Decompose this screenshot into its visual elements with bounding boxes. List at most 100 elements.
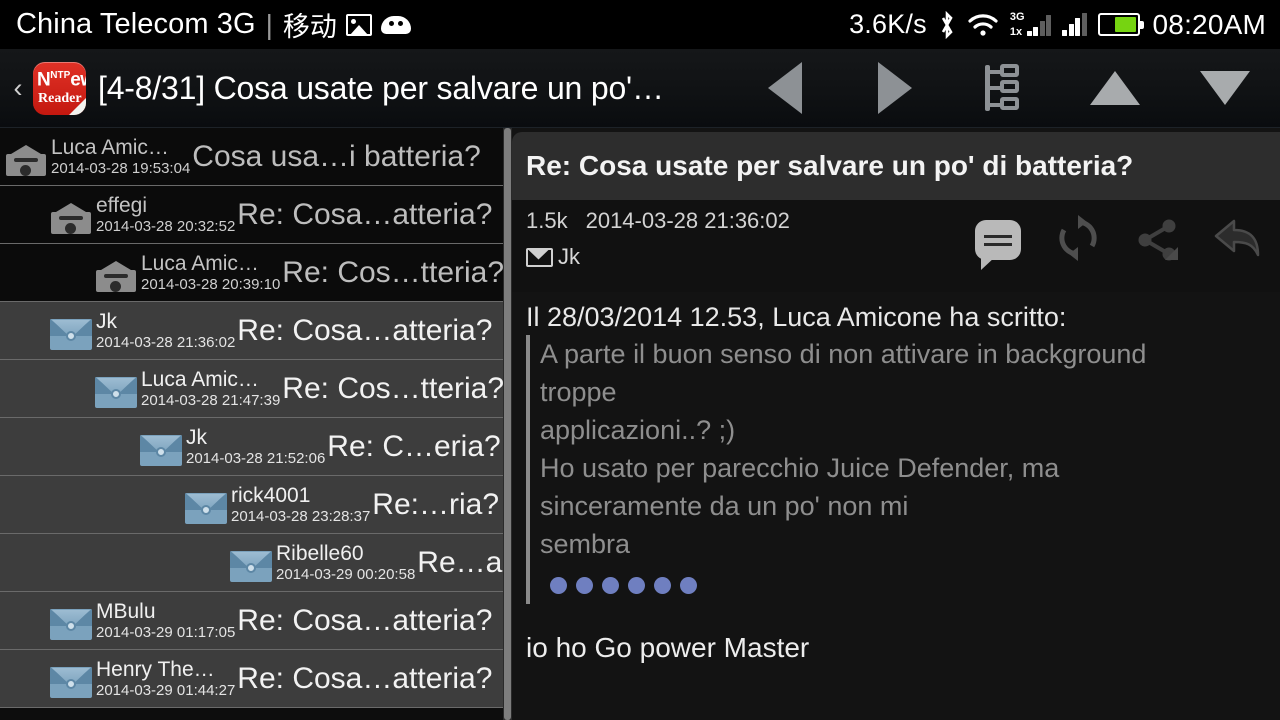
message-list-scrollbar[interactable] bbox=[503, 128, 512, 720]
triangle-right-icon bbox=[878, 62, 912, 114]
reply-button[interactable] bbox=[1210, 212, 1266, 268]
comment-button[interactable] bbox=[970, 212, 1026, 270]
clock-label: 08:20AM bbox=[1152, 8, 1266, 40]
list-item-subject: Re: Cosa…atteria? bbox=[237, 603, 493, 637]
logo-line1-sup: NTP bbox=[50, 69, 71, 81]
nntp-news-reader-logo[interactable]: NNTPews Reader bbox=[33, 61, 86, 115]
list-item-author-date: rick4001 2014-03-28 23:28:37 bbox=[231, 485, 370, 524]
message-list-scroll-thumb[interactable] bbox=[504, 128, 511, 720]
list-item-date: 2014-03-29 01:44:27 bbox=[96, 682, 236, 699]
triangle-left-icon bbox=[768, 62, 802, 114]
envelope-closed-icon bbox=[50, 319, 92, 350]
message-list-item[interactable]: Luca Amic… 2014-03-28 21:47:39 Re: Cos…tte… bbox=[0, 360, 512, 418]
message-list-item[interactable]: Ribelle60 2014-03-29 00:20:58 Re…a? bbox=[0, 534, 512, 592]
list-item-meta: Luca Amic… 2014-03-28 19:53:04 bbox=[5, 137, 190, 176]
message-list-item[interactable]: Henry The… 2014-03-29 01:44:27 Re: Cosa…at… bbox=[0, 650, 512, 708]
next-message-button[interactable] bbox=[840, 49, 950, 128]
message-list-item[interactable]: rick4001 2014-03-28 23:28:37 Re:…ria? bbox=[0, 476, 512, 534]
list-item-author-date: Luca Amic… 2014-03-28 20:39:10 bbox=[141, 253, 280, 292]
list-item-date: 2014-03-28 20:39:10 bbox=[141, 276, 281, 293]
message-author: Jk bbox=[558, 244, 580, 269]
list-item-date: 2014-03-28 21:47:39 bbox=[141, 392, 281, 409]
comment-bubble-icon bbox=[975, 220, 1021, 270]
envelope-open-icon bbox=[95, 261, 137, 292]
share-button[interactable] bbox=[1130, 212, 1186, 268]
thread-tree-icon bbox=[980, 63, 1030, 113]
list-item-author-date: Henry The… 2014-03-29 01:44:27 bbox=[96, 659, 235, 698]
thread-tree-button[interactable] bbox=[950, 49, 1060, 128]
list-item-author-date: Jk 2014-03-28 21:36:02 bbox=[96, 311, 235, 350]
action-bar-buttons bbox=[730, 49, 1280, 127]
network-type-3g-label: 3G bbox=[1009, 10, 1025, 23]
scroll-up-button[interactable] bbox=[1060, 49, 1170, 128]
list-item-subject: Re: C…eria? bbox=[327, 429, 501, 463]
wifi-icon bbox=[967, 13, 999, 37]
list-item-subject: Re…a? bbox=[417, 545, 512, 579]
message-meta-line-2: Jk bbox=[526, 244, 580, 270]
message-list-item[interactable]: MBulu 2014-03-29 01:17:05 Re: Cosa…atteria… bbox=[0, 592, 512, 650]
quote-line: troppe bbox=[540, 377, 617, 407]
triangle-up-icon bbox=[1090, 71, 1140, 105]
list-item-subject: Re: Cos…tteria? bbox=[282, 255, 505, 289]
list-item-subject: Re: Cosa…atteria? bbox=[237, 661, 493, 695]
quote-attribution: Il 28/03/2014 12.53, Luca Amicone ha scr… bbox=[526, 302, 1067, 332]
list-item-date: 2014-03-28 21:52:06 bbox=[186, 450, 326, 467]
logo-page-curl-icon bbox=[69, 97, 86, 115]
collapsed-quote-indicator[interactable] bbox=[540, 563, 1280, 604]
message-body[interactable]: Il 28/03/2014 12.53, Luca Amicone ha scr… bbox=[512, 292, 1280, 720]
collapsed-quote-dot bbox=[654, 577, 671, 594]
quote-line: A parte il buon senso di non attivare in… bbox=[540, 339, 1147, 369]
message-meta-line-1: 1.5k 2014-03-28 21:36:02 bbox=[526, 208, 790, 234]
list-item-author: Ribelle60 bbox=[276, 542, 364, 565]
logo-line1-letter: N bbox=[37, 68, 51, 90]
status-bar: China Telecom 3G | 移动 3.6K/s 3G 1x 08:20… bbox=[0, 0, 1280, 49]
message-list-item[interactable]: Luca Amic… 2014-03-28 19:53:04 Cosa usa…i … bbox=[0, 128, 512, 186]
collapsed-quote-dot bbox=[680, 577, 697, 594]
battery-icon bbox=[1097, 13, 1144, 36]
list-item-meta: Jk 2014-03-28 21:52:06 bbox=[140, 427, 325, 466]
list-item-author-date: Ribelle60 2014-03-29 00:20:58 bbox=[276, 543, 415, 582]
list-item-subject: Re: Cosa…atteria? bbox=[237, 197, 493, 231]
list-item-author: rick4001 bbox=[231, 484, 311, 507]
page-title: [4-8/31] Cosa usate per salvare un po'… bbox=[98, 69, 664, 106]
list-item-date: 2014-03-28 19:53:04 bbox=[51, 160, 191, 177]
logo-line1-rest: ews bbox=[70, 68, 86, 90]
list-item-date: 2014-03-29 00:20:58 bbox=[276, 566, 416, 583]
scroll-down-button[interactable] bbox=[1170, 49, 1280, 128]
list-item-author: Jk bbox=[96, 310, 117, 333]
network-signal-bars-icon bbox=[1026, 14, 1052, 36]
quote-line: Ho usato per parecchio Juice Defender, m… bbox=[540, 453, 1060, 483]
message-list-item[interactable]: Jk 2014-03-28 21:36:02 Re: Cosa…atteria? bbox=[0, 302, 512, 360]
list-item-author: MBulu bbox=[96, 600, 156, 623]
list-item-author: Jk bbox=[186, 426, 207, 449]
list-item-date: 2014-03-29 01:17:05 bbox=[96, 624, 236, 641]
triangle-down-icon bbox=[1200, 71, 1250, 105]
share-icon bbox=[1136, 218, 1180, 262]
message-subject: Re: Cosa usate per salvare un po' di bat… bbox=[526, 150, 1134, 181]
refresh-icon bbox=[1053, 213, 1103, 268]
message-list-item[interactable]: effegi 2014-03-28 20:32:52 Re: Cosa…atteri… bbox=[0, 186, 512, 244]
list-item-meta: Henry The… 2014-03-29 01:44:27 bbox=[50, 659, 235, 698]
collapsed-quote-dot bbox=[576, 577, 593, 594]
reply-arrow-icon bbox=[1212, 213, 1264, 268]
envelope-closed-icon bbox=[140, 435, 182, 466]
back-chevron-icon[interactable]: ‹ bbox=[5, 74, 31, 102]
list-item-author: Luca Amic… bbox=[141, 368, 259, 391]
previous-message-button[interactable] bbox=[730, 49, 840, 128]
envelope-closed-icon bbox=[95, 377, 137, 408]
list-item-subject: Cosa usa…i batteria? bbox=[192, 139, 481, 173]
status-bar-left: China Telecom 3G | 移动 bbox=[16, 5, 849, 44]
refresh-button[interactable] bbox=[1050, 212, 1106, 268]
message-list-item[interactable]: Jk 2014-03-28 21:52:06 Re: C…eria? bbox=[0, 418, 512, 476]
envelope-open-icon bbox=[50, 203, 92, 234]
network-type-1x-label: 1x bbox=[1009, 25, 1023, 38]
network-speed-label: 3.6K/s bbox=[849, 9, 927, 39]
carrier-label: China Telecom 3G bbox=[16, 8, 256, 40]
message-list[interactable]: Luca Amic… 2014-03-28 19:53:04 Cosa usa…i … bbox=[0, 128, 512, 720]
list-item-subject: Re: Cos…tteria? bbox=[282, 371, 505, 405]
content-area: Luca Amic… 2014-03-28 19:53:04 Cosa usa…i … bbox=[0, 128, 1280, 720]
collapsed-quote-dot bbox=[628, 577, 645, 594]
message-list-item[interactable]: Luca Amic… 2014-03-28 20:39:10 Re: Cos…tte… bbox=[0, 244, 512, 302]
list-item-author: Luca Amic… bbox=[141, 252, 259, 275]
envelope-icon bbox=[526, 247, 553, 267]
